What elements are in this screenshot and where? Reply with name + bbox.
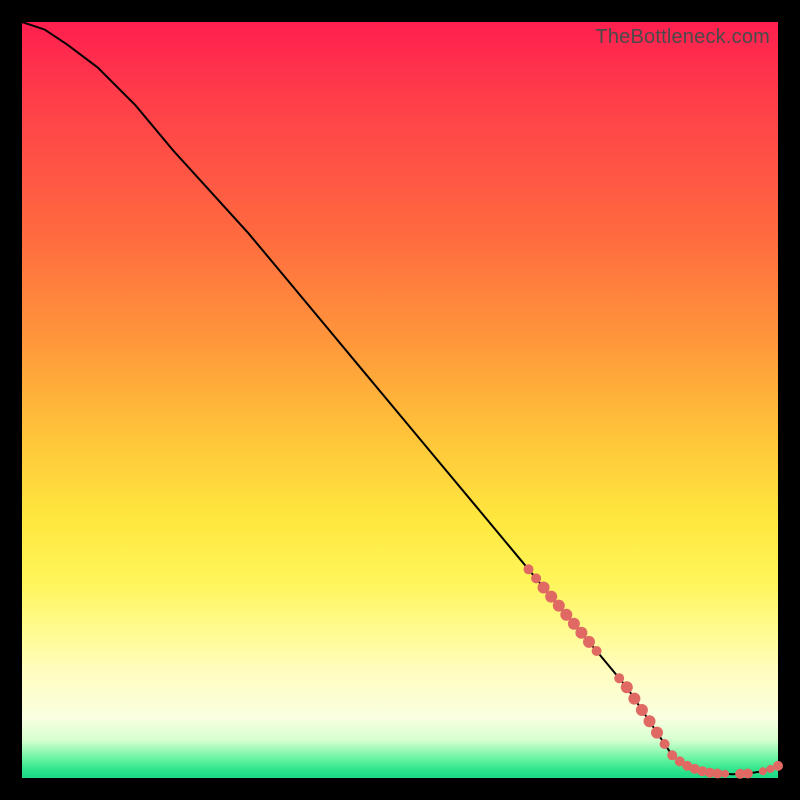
chart-svg xyxy=(22,22,778,778)
data-marker xyxy=(614,673,624,683)
data-marker xyxy=(773,761,783,771)
data-marker xyxy=(644,715,656,727)
curve-line xyxy=(22,22,778,774)
data-marker xyxy=(636,704,648,716)
chart-frame: TheBottleneck.com xyxy=(0,0,800,800)
data-marker xyxy=(583,636,595,648)
markers-group xyxy=(524,564,784,779)
data-marker xyxy=(621,681,633,693)
data-marker xyxy=(721,770,729,778)
data-marker xyxy=(592,646,602,656)
data-marker xyxy=(628,693,640,705)
data-marker xyxy=(660,739,670,749)
plot-area: TheBottleneck.com xyxy=(22,22,778,778)
data-marker xyxy=(759,767,767,775)
data-marker xyxy=(713,769,723,779)
data-marker xyxy=(524,564,534,574)
data-marker xyxy=(743,769,753,779)
data-marker xyxy=(531,573,541,583)
data-marker xyxy=(651,727,663,739)
